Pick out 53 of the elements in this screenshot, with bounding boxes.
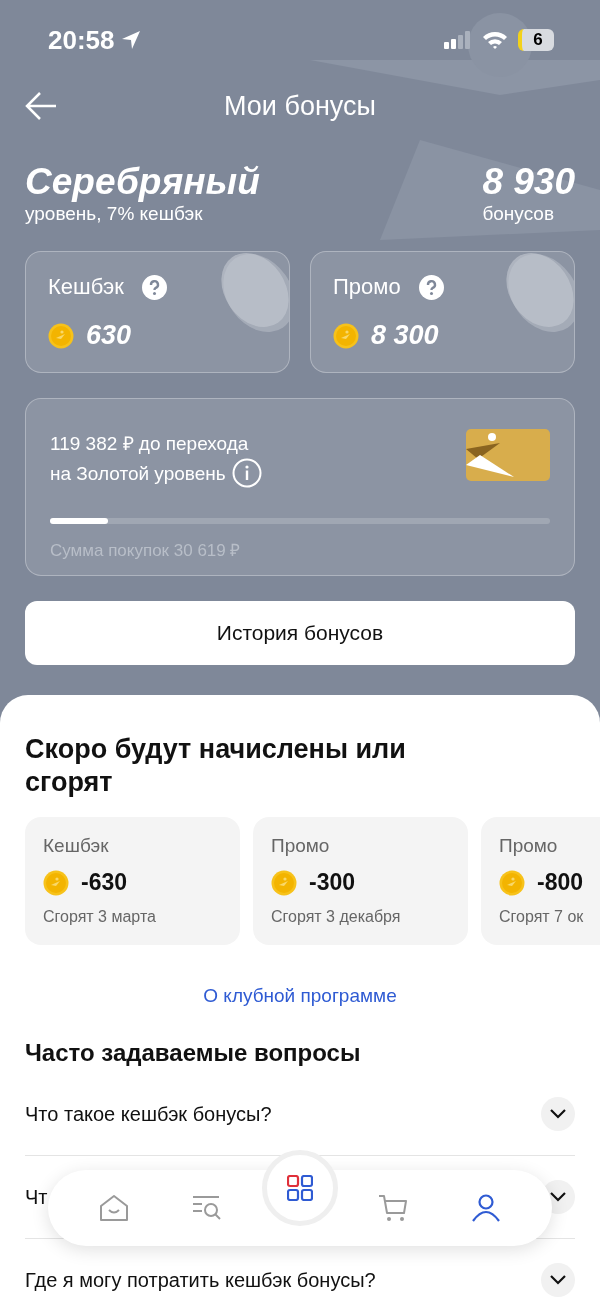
section-title: Скоро будут начислены или сгорят bbox=[25, 733, 407, 799]
page-title: Мои бонусы bbox=[224, 90, 376, 121]
progress-text: 119 382 ₽ до перехода bbox=[50, 432, 250, 456]
location-arrow-icon bbox=[120, 30, 141, 50]
faq-question[interactable]: Что такое кешбэк бонусы? bbox=[25, 1102, 272, 1126]
chevron-icon bbox=[550, 1275, 566, 1285]
faq-title: Часто задаваемые вопросы bbox=[25, 1039, 362, 1067]
back-arrow-icon bbox=[25, 91, 57, 121]
level-name: Серебряный bbox=[25, 162, 260, 202]
back-button[interactable] bbox=[25, 91, 57, 121]
bonus-type: Промо bbox=[499, 835, 558, 857]
bonus-history-button[interactable]: История бонусов bbox=[25, 601, 575, 665]
signal-icon bbox=[444, 31, 472, 49]
bonus-amount: -300 bbox=[309, 869, 356, 896]
battery-indicator: 6 bbox=[518, 29, 554, 51]
profile-icon[interactable] bbox=[470, 1194, 501, 1222]
bonus-total-label: бонусов bbox=[482, 202, 554, 226]
progress-text: на Золотой уровень bbox=[50, 461, 226, 486]
coin-icon bbox=[48, 322, 74, 349]
loyalty-card-icon bbox=[466, 429, 550, 481]
bonus-amount: -800 bbox=[537, 869, 584, 896]
home-icon[interactable] bbox=[99, 1194, 130, 1222]
coin-icon bbox=[333, 322, 359, 349]
balance-amount: 630 bbox=[86, 320, 132, 351]
expiry-date: Сгорят 7 ок bbox=[499, 908, 584, 926]
balance-amount: 8 300 bbox=[371, 320, 439, 351]
search-list-icon[interactable] bbox=[192, 1195, 223, 1221]
chevron-icon bbox=[550, 1109, 566, 1119]
bonus-amount: -630 bbox=[81, 869, 128, 896]
catalog-grid-icon[interactable] bbox=[287, 1175, 313, 1201]
chevron-icon bbox=[550, 1192, 566, 1202]
expand-toggle[interactable] bbox=[541, 1263, 575, 1297]
help-icon[interactable] bbox=[418, 274, 444, 300]
expiry-date: Сгорят 3 декабря bbox=[271, 908, 401, 926]
bonus-total: 8 930 bbox=[482, 162, 575, 202]
bonus-type: Кешбэк bbox=[43, 835, 109, 857]
coin-icon bbox=[43, 869, 69, 896]
cart-icon[interactable] bbox=[377, 1194, 408, 1222]
balance-label: Кешбэк bbox=[48, 274, 124, 300]
expand-toggle[interactable] bbox=[541, 1097, 575, 1131]
level-subtitle: уровень, 7% кешбэк bbox=[25, 202, 204, 226]
coin-icon bbox=[499, 869, 525, 896]
balance-label: Промо bbox=[333, 274, 401, 300]
faq-question[interactable]: Чт bbox=[25, 1185, 48, 1209]
expiry-date: Сгорят 3 марта bbox=[43, 908, 156, 926]
wifi-icon bbox=[482, 30, 508, 50]
info-icon[interactable] bbox=[231, 458, 262, 488]
bonus-type: Промо bbox=[271, 835, 330, 857]
help-icon[interactable] bbox=[141, 274, 167, 300]
coin-icon bbox=[271, 869, 297, 896]
club-program-link[interactable]: О клубной программе bbox=[203, 985, 397, 1006]
clock-time: 20:58 bbox=[48, 24, 115, 56]
faq-question[interactable]: Где я могу потратить кешбэк бонусы? bbox=[25, 1268, 376, 1292]
